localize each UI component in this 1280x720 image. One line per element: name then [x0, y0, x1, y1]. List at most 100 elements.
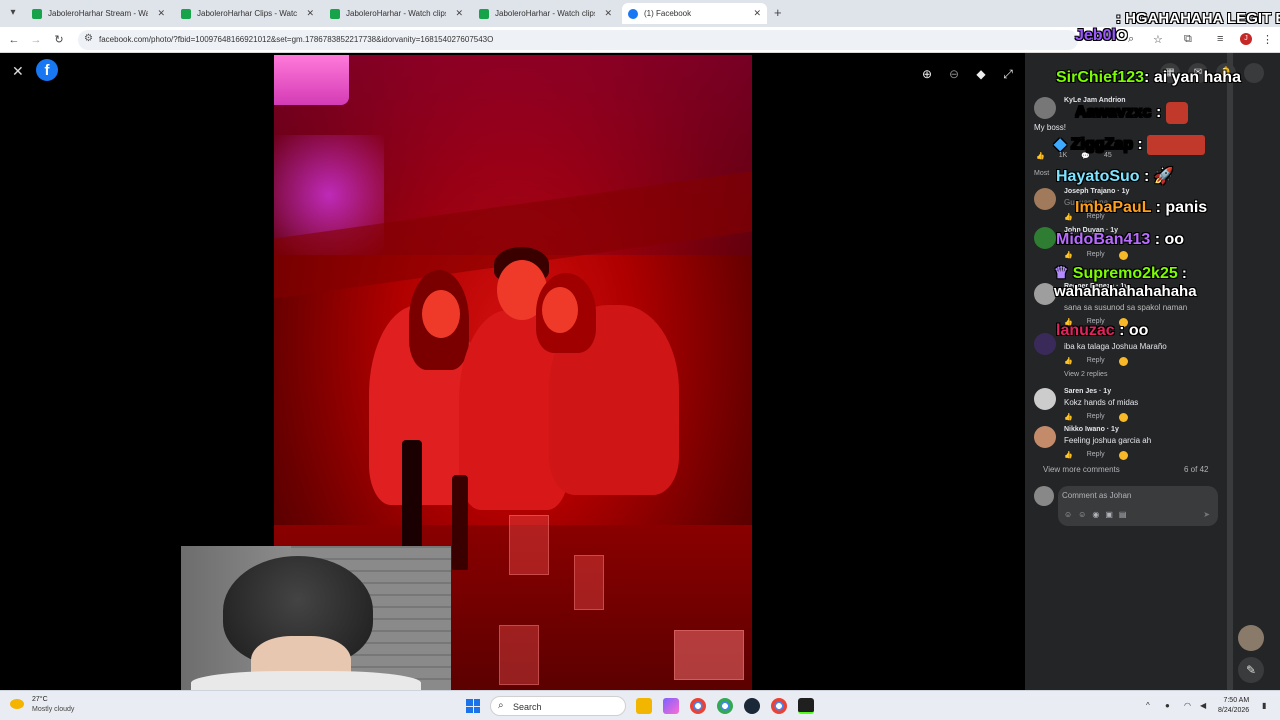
- windows-taskbar: 27°C Mostly cloudy ⌕ Search ^ ● ◠ ◀ 7:50…: [0, 690, 1280, 720]
- avatar[interactable]: [1034, 426, 1056, 448]
- view-more-comments-link[interactable]: View more comments: [1043, 465, 1120, 474]
- browser-tab[interactable]: JaboleroHarhar Stream - Watch ✕: [26, 3, 171, 24]
- url-text[interactable]: facebook.com/photo/?fbid=100976481669210…: [99, 35, 493, 44]
- haha-reaction-icon: [1118, 451, 1128, 460]
- reply-link[interactable]: Reply: [1087, 357, 1105, 366]
- like-icon[interactable]: 👍: [1064, 213, 1073, 221]
- close-tab-icon[interactable]: ✕: [753, 8, 761, 19]
- steam-icon[interactable]: [744, 698, 760, 714]
- facebook-logo-icon[interactable]: f: [36, 59, 58, 81]
- haha-reaction-icon: [1118, 413, 1128, 422]
- forward-icon[interactable]: →: [27, 31, 45, 49]
- file-explorer-icon[interactable]: [636, 698, 652, 714]
- view-replies-link[interactable]: View 2 replies: [1064, 371, 1107, 378]
- comment-text: Kokz hands of midas: [1064, 398, 1139, 407]
- avatar[interactable]: [1034, 283, 1056, 305]
- volume-icon[interactable]: ◀: [1200, 701, 1206, 710]
- send-icon[interactable]: ➤: [1203, 510, 1210, 519]
- reply-link[interactable]: Reply: [1087, 413, 1105, 422]
- close-tab-icon[interactable]: ✕: [455, 8, 463, 19]
- comment-author[interactable]: Nikko Iwano · 1y: [1064, 426, 1119, 433]
- like-icon[interactable]: 👍: [1064, 451, 1073, 460]
- close-tab-icon[interactable]: ✕: [306, 8, 314, 19]
- back-icon[interactable]: ←: [5, 31, 23, 49]
- new-message-icon[interactable]: ✎: [1238, 657, 1264, 683]
- comment-author[interactable]: Joseph Trajano · 1y: [1064, 188, 1129, 195]
- like-icon[interactable]: 👍: [1036, 152, 1045, 160]
- comment-composer[interactable]: Comment as Johan ☺☺◉▣▤ ➤: [1058, 486, 1218, 526]
- comments-scrollbar[interactable]: [1227, 53, 1233, 690]
- browser-tab-active[interactable]: (1) Facebook ✕: [622, 3, 767, 24]
- comment-count-label: 6 of 42: [1184, 465, 1209, 474]
- close-icon[interactable]: ✕: [12, 63, 24, 80]
- chat-head-avatar[interactable]: [1238, 625, 1264, 651]
- fullscreen-icon[interactable]: ⤢: [1000, 66, 1016, 82]
- photo-glass: [674, 630, 744, 680]
- chat-username: Aawavzxc: [1075, 104, 1152, 122]
- reload-icon[interactable]: ↻: [50, 31, 68, 49]
- zoom-out-icon[interactable]: ⊖: [946, 66, 962, 82]
- weather-temp: 27°C: [32, 696, 48, 703]
- copilot-icon[interactable]: [663, 698, 679, 714]
- photo-air-conditioner: [274, 55, 349, 105]
- comment-text: sana sa susunod sa spakol naman: [1064, 303, 1188, 312]
- screen: ▾ JaboleroHarhar Stream - Watch ✕ Jabole…: [0, 0, 1280, 720]
- chat-emote-icon: [1165, 102, 1188, 124]
- stream-chat-message: ◆ ZiggZap :: [1054, 134, 1206, 155]
- avatar[interactable]: [1034, 97, 1056, 119]
- tab-title: JaboleroHarhar - Watch clips or: [495, 9, 595, 18]
- site-info-icon[interactable]: ⚙: [84, 33, 93, 44]
- system-clock[interactable]: 7:50 AM 8/24/2026: [1218, 696, 1249, 716]
- notification-icon[interactable]: ▮: [1262, 701, 1266, 710]
- like-icon[interactable]: 👍: [1064, 413, 1073, 422]
- clock-date: 8/24/2026: [1218, 707, 1250, 714]
- chat-text: : oo: [1114, 322, 1149, 339]
- new-tab-icon[interactable]: +: [774, 5, 782, 20]
- zoom-in-icon[interactable]: ⊕: [919, 66, 935, 82]
- webcam-streamer-shirt: [191, 671, 421, 690]
- start-icon[interactable]: [466, 699, 480, 713]
- avatar[interactable]: [1034, 227, 1056, 249]
- like-icon[interactable]: 👍: [1064, 251, 1073, 260]
- composer-tools-icon[interactable]: ☺☺◉▣▤: [1064, 510, 1132, 519]
- chat-text: : HGAHAHAHA LEGIT B O: [1115, 10, 1280, 44]
- browser-tab[interactable]: JaboleroHarhar Clips - Watch L ✕: [175, 3, 320, 24]
- tab-search-dropdown-icon[interactable]: ▾: [6, 6, 20, 20]
- comment-input[interactable]: Comment as Johan: [1062, 491, 1131, 500]
- photo-glass: [509, 515, 549, 575]
- kick-app-icon[interactable]: [798, 698, 814, 714]
- chrome-icon[interactable]: [690, 698, 706, 714]
- photo-face: [422, 290, 460, 338]
- url-bar[interactable]: ⚙ facebook.com/photo/?fbid=1009764816692…: [78, 30, 1078, 50]
- tray-chevron-icon[interactable]: ^: [1146, 701, 1150, 710]
- sort-label[interactable]: Most: [1034, 170, 1049, 177]
- microphone-icon[interactable]: ●: [1165, 701, 1170, 710]
- reply-link[interactable]: Reply: [1087, 251, 1105, 260]
- comment-author[interactable]: Saren Jes · 1y: [1064, 388, 1111, 395]
- like-icon[interactable]: 👍: [1064, 357, 1073, 366]
- wifi-icon[interactable]: ◠: [1184, 701, 1191, 710]
- close-tab-icon[interactable]: ✕: [604, 8, 612, 19]
- chrome-icon[interactable]: [771, 698, 787, 714]
- avatar[interactable]: [1034, 333, 1056, 355]
- reply-link[interactable]: Reply: [1087, 451, 1105, 460]
- avatar[interactable]: [1034, 188, 1056, 210]
- tag-icon[interactable]: ◆: [973, 66, 989, 82]
- streamer-webcam: [181, 546, 451, 690]
- browser-tab[interactable]: JaboleroHarhar - Watch clips or ✕: [324, 3, 469, 24]
- avatar[interactable]: [1034, 388, 1056, 410]
- account-avatar[interactable]: [1244, 63, 1264, 83]
- photo-bottle: [452, 475, 468, 570]
- chrome-icon[interactable]: [717, 698, 733, 714]
- avatar: [1034, 486, 1054, 506]
- close-tab-icon[interactable]: ✕: [157, 8, 165, 19]
- search-label: Search: [513, 702, 542, 712]
- browser-tab[interactable]: JaboleroHarhar - Watch clips or ✕: [473, 3, 618, 24]
- taskbar-search[interactable]: ⌕ Search: [490, 696, 626, 716]
- stream-chat-message: ImbaPauL : panis: [1075, 199, 1207, 217]
- weather-desc: Mostly cloudy: [32, 706, 75, 713]
- search-icon: ⌕: [498, 700, 504, 711]
- chat-username: Jeb0l: [1075, 27, 1116, 44]
- chat-text: : oo: [1150, 231, 1185, 248]
- comment-text: Feeling joshua garcia ah: [1064, 436, 1152, 445]
